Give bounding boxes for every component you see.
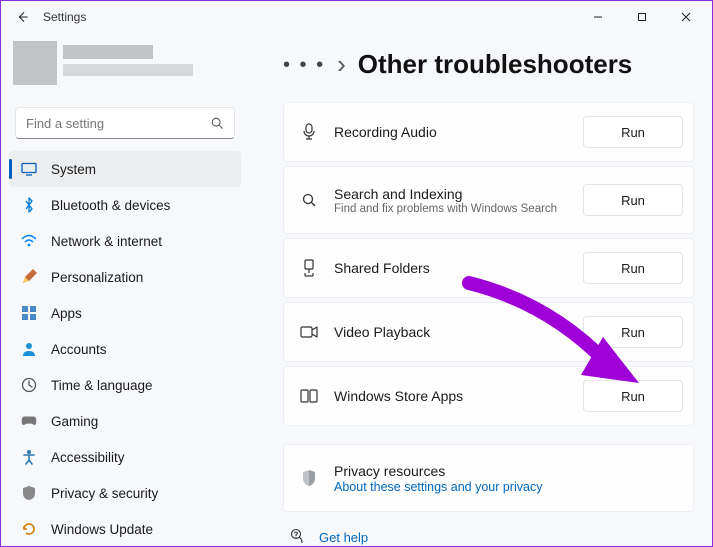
nav-label: Time & language: [51, 378, 153, 393]
nav-label: Privacy & security: [51, 486, 158, 501]
run-button[interactable]: Run: [583, 316, 683, 348]
account-block[interactable]: [13, 41, 237, 97]
help-icon: [289, 528, 305, 546]
close-button[interactable]: [664, 1, 708, 33]
search-input[interactable]: [26, 116, 202, 131]
nav-item-privacy-security[interactable]: Privacy & security: [9, 475, 241, 511]
nav-item-personalization[interactable]: Personalization: [9, 259, 241, 295]
nav-item-network[interactable]: Network & internet: [9, 223, 241, 259]
nav-label: Apps: [51, 306, 82, 321]
troubleshooter-video-playback: Video Playback Run: [283, 302, 694, 362]
nav-label: System: [51, 162, 96, 177]
troubleshooter-search-indexing: Search and Indexing Find and fix problem…: [283, 166, 694, 234]
search-icon: [300, 191, 318, 209]
microphone-icon: [300, 123, 318, 141]
card-subtitle: Find and fix problems with Windows Searc…: [334, 203, 567, 215]
card-title: Video Playback: [334, 324, 567, 340]
update-icon: [21, 521, 37, 537]
apps-icon: [21, 305, 37, 321]
get-help-link[interactable]: Get help: [319, 530, 368, 545]
breadcrumb: • • • › Other troubleshooters: [283, 49, 694, 80]
nav-label: Bluetooth & devices: [51, 198, 170, 213]
nav-label: Accessibility: [51, 450, 125, 465]
nav-item-bluetooth[interactable]: Bluetooth & devices: [9, 187, 241, 223]
search-icon: [210, 116, 224, 130]
breadcrumb-sep: ›: [337, 49, 346, 80]
card-title: Windows Store Apps: [334, 388, 567, 404]
bluetooth-icon: [21, 197, 37, 213]
card-title: Search and Indexing: [334, 186, 567, 202]
nav-item-accessibility[interactable]: Accessibility: [9, 439, 241, 475]
card-title: Shared Folders: [334, 260, 567, 276]
minimize-icon: [593, 12, 603, 22]
breadcrumb-ellipsis[interactable]: • • •: [283, 52, 325, 77]
run-button[interactable]: Run: [583, 184, 683, 216]
run-button[interactable]: Run: [583, 116, 683, 148]
network-icon: [21, 233, 37, 249]
gaming-icon: [21, 413, 37, 429]
privacy-resources-card: Privacy resources About these settings a…: [283, 444, 694, 512]
nav-label: Personalization: [51, 270, 143, 285]
troubleshooter-recording-audio: Recording Audio Run: [283, 102, 694, 162]
sidebar: System Bluetooth & devices Network & int…: [1, 33, 247, 546]
card-title: Privacy resources: [334, 463, 683, 479]
personalization-icon: [21, 269, 37, 285]
nav-item-time-language[interactable]: Time & language: [9, 367, 241, 403]
card-title: Recording Audio: [334, 124, 567, 140]
close-icon: [681, 12, 691, 22]
nav-list: System Bluetooth & devices Network & int…: [9, 151, 241, 540]
page-title: Other troubleshooters: [358, 49, 632, 80]
nav-label: Network & internet: [51, 234, 162, 249]
nav-label: Accounts: [51, 342, 107, 357]
privacy-icon: [21, 485, 37, 501]
troubleshooter-windows-store-apps: Windows Store Apps Run: [283, 366, 694, 426]
back-button[interactable]: [15, 10, 29, 24]
content-area: • • • › Other troubleshooters Recording …: [247, 33, 712, 546]
nav-label: Gaming: [51, 414, 98, 429]
run-button[interactable]: Run: [583, 252, 683, 284]
nav-item-system[interactable]: System: [9, 151, 241, 187]
privacy-link[interactable]: About these settings and your privacy: [334, 480, 683, 494]
nav-label: Windows Update: [51, 522, 153, 537]
nav-item-apps[interactable]: Apps: [9, 295, 241, 331]
video-icon: [300, 323, 318, 341]
back-arrow-icon: [15, 10, 29, 24]
shield-icon: [300, 469, 318, 487]
search-box[interactable]: [15, 107, 235, 139]
maximize-icon: [637, 12, 647, 22]
time-language-icon: [21, 377, 37, 393]
shared-folders-icon: [300, 259, 318, 277]
run-button[interactable]: Run: [583, 380, 683, 412]
nav-item-accounts[interactable]: Accounts: [9, 331, 241, 367]
help-row: Get help: [283, 528, 694, 546]
maximize-button[interactable]: [620, 1, 664, 33]
nav-item-windows-update[interactable]: Windows Update: [9, 511, 241, 540]
window-title: Settings: [43, 10, 86, 24]
accounts-icon: [21, 341, 37, 357]
title-bar: Settings: [1, 1, 712, 33]
system-icon: [21, 161, 37, 177]
nav-item-gaming[interactable]: Gaming: [9, 403, 241, 439]
troubleshooter-shared-folders: Shared Folders Run: [283, 238, 694, 298]
minimize-button[interactable]: [576, 1, 620, 33]
accessibility-icon: [21, 449, 37, 465]
troubleshooter-list: Recording Audio Run Search and Indexing …: [283, 102, 694, 512]
store-apps-icon: [300, 387, 318, 405]
